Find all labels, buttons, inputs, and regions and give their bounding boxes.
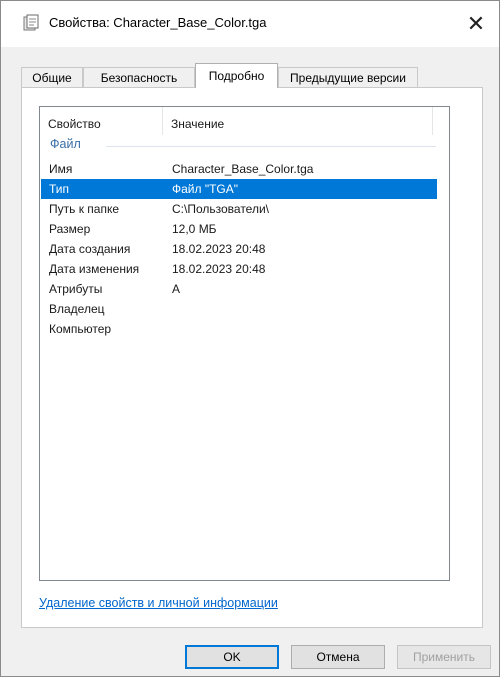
property-row[interactable]: Дата изменения 18.02.2023 20:48: [41, 259, 437, 279]
property-row-selected[interactable]: Тип Файл "TGA": [41, 179, 437, 199]
property-value: Character_Base_Color.tga: [172, 162, 314, 176]
property-name: Размер: [49, 222, 91, 236]
property-value: Файл "TGA": [172, 182, 239, 196]
property-name: Владелец: [49, 302, 105, 316]
group-divider: [106, 146, 436, 147]
property-row[interactable]: Имя Character_Base_Color.tga: [41, 159, 437, 179]
tab-security[interactable]: Безопасность: [83, 67, 195, 87]
property-row[interactable]: Путь к папке C:\Пользователи\: [41, 199, 437, 219]
column-property[interactable]: Свойство: [48, 107, 101, 135]
property-row[interactable]: Дата создания 18.02.2023 20:48: [41, 239, 437, 259]
details-panel: Свойство Значение Файл Имя Character_Bas…: [21, 87, 483, 628]
property-value: 18.02.2023 20:48: [172, 242, 266, 256]
tab-previous-versions[interactable]: Предыдущие версии: [278, 67, 418, 87]
property-value: C:\Пользователи\: [172, 202, 269, 216]
property-value: 18.02.2023 20:48: [172, 262, 266, 276]
remove-properties-link[interactable]: Удаление свойств и личной информации: [39, 596, 278, 610]
close-icon: ✕: [466, 11, 486, 36]
column-header: Свойство Значение: [40, 107, 449, 135]
property-name: Имя: [49, 162, 73, 176]
column-divider[interactable]: [162, 107, 163, 135]
tab-general[interactable]: Общие: [21, 67, 83, 87]
property-value: A: [172, 282, 181, 296]
column-divider[interactable]: [432, 107, 433, 135]
property-row[interactable]: Владелец: [41, 299, 437, 319]
property-name: Атрибуты: [49, 282, 103, 296]
cancel-button[interactable]: Отмена: [291, 645, 385, 669]
title-bar: Свойства: Character_Base_Color.tga ✕: [1, 1, 499, 47]
tab-details[interactable]: Подробно: [195, 63, 278, 88]
close-button[interactable]: ✕: [453, 1, 499, 47]
window-title: Свойства: Character_Base_Color.tga: [49, 15, 267, 30]
apply-button[interactable]: Применить: [397, 645, 491, 669]
property-name: Дата создания: [49, 242, 131, 256]
property-name: Тип: [49, 182, 70, 196]
property-name: Компьютер: [49, 322, 112, 336]
ok-button[interactable]: OK: [185, 645, 279, 669]
group-header-file[interactable]: Файл: [50, 137, 440, 155]
property-row[interactable]: Компьютер: [41, 319, 437, 339]
property-row[interactable]: Атрибуты A: [41, 279, 437, 299]
column-value[interactable]: Значение: [171, 107, 224, 135]
properties-list[interactable]: Свойство Значение Файл Имя Character_Bas…: [39, 106, 450, 581]
property-row[interactable]: Размер 12,0 МБ: [41, 219, 437, 239]
property-name: Дата изменения: [49, 262, 140, 276]
file-properties-icon: [23, 14, 39, 31]
property-value: 12,0 МБ: [172, 222, 217, 236]
properties-dialog: Свойства: Character_Base_Color.tga ✕ Общ…: [0, 0, 500, 677]
group-label: Файл: [50, 137, 81, 151]
property-name: Путь к папке: [49, 202, 120, 216]
